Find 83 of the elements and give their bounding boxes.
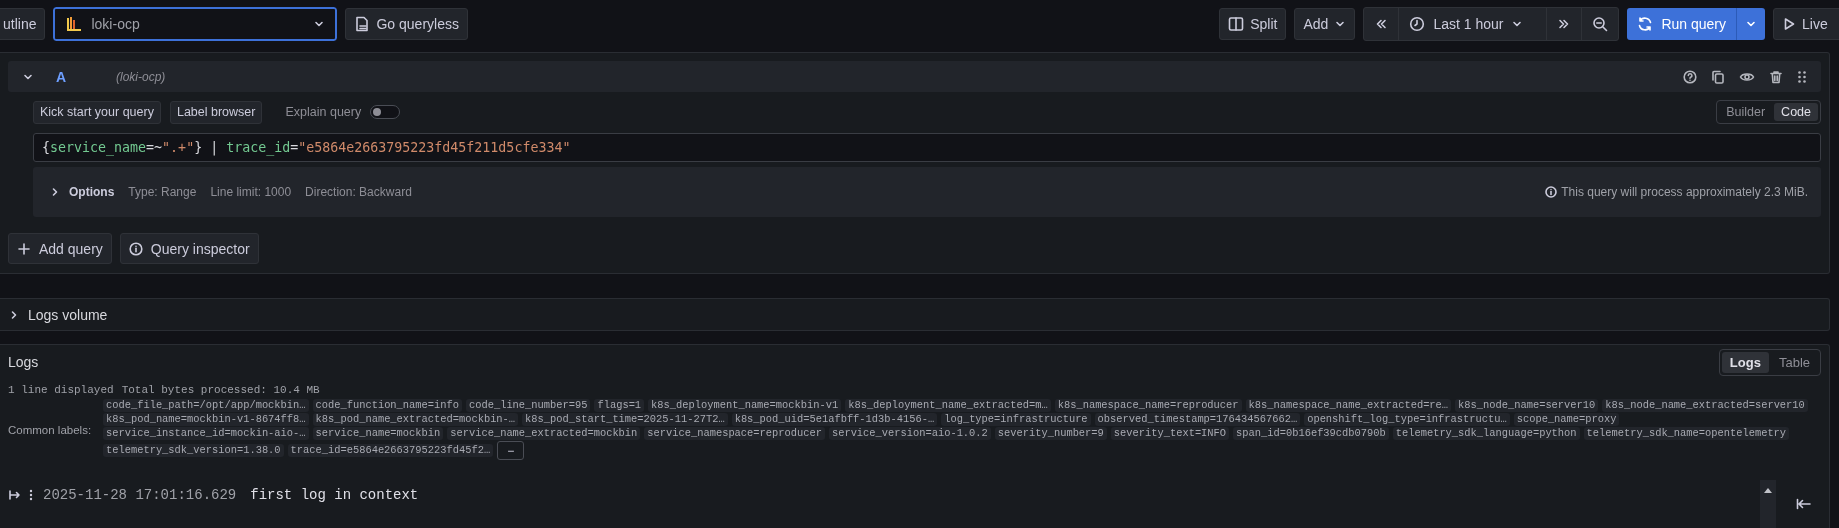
label-chip: severity_text=INFO	[1110, 427, 1230, 440]
label-chip: k8s_pod_name=mockbin-v1-8674ff8…	[103, 413, 309, 426]
option-summary: Line limit: 1000	[210, 185, 292, 199]
copy-icon[interactable]	[1711, 69, 1725, 84]
query-datasource: (loki-ocp)	[116, 69, 166, 84]
label-chip: log_type=infrastructure	[941, 413, 1091, 426]
label-browser-button[interactable]: Label browser	[169, 100, 263, 124]
double-chevron-left-icon	[1374, 17, 1389, 31]
more-menu-icon[interactable]	[28, 488, 34, 502]
document-icon	[354, 16, 371, 32]
scrollbar[interactable]	[1760, 480, 1776, 528]
label-chip: trace_id=e5864e2663795223fd45f2…	[287, 444, 494, 457]
query-ref-id: A	[56, 68, 68, 85]
label-chip: telemetry_sdk_language=python	[1392, 427, 1580, 440]
datasource-picker[interactable]: loki-ocp	[53, 7, 338, 41]
log-stat: Total bytes processed: 10.4 MB	[121, 384, 320, 396]
options-toggle[interactable]: Options	[69, 185, 115, 199]
label-chip: k8s_pod_start_time=2025-11-27T2…	[522, 413, 728, 426]
logs-volume-toggle[interactable]: Logs volume	[28, 306, 108, 323]
label-chip: severity_number=9	[994, 427, 1107, 440]
label-chip: service_name=mockbin	[312, 427, 444, 440]
expand-row-icon[interactable]	[8, 488, 22, 502]
explain-query-toggle[interactable]	[370, 105, 401, 119]
logs-title: Logs	[8, 354, 39, 370]
help-icon[interactable]	[1683, 69, 1697, 84]
columns-icon	[1228, 16, 1245, 32]
kick-start-button[interactable]: Kick start your query	[33, 100, 161, 124]
label-chip: service_instance_id=mockin-aio-…	[103, 427, 309, 440]
run-query-button[interactable]: Run query	[1627, 8, 1736, 40]
outline-button[interactable]: utline	[0, 8, 46, 40]
label-chip: service_name_extracted=mockbin	[447, 427, 641, 440]
label-chip: k8s_namespace_name_extracted=re…	[1245, 399, 1452, 412]
label-chip: code_file_path=/opt/app/mockbin…	[103, 399, 309, 412]
query-inspector-button[interactable]: Query inspector	[119, 233, 259, 264]
label-chip: observed_timestamp=176434567662…	[1094, 413, 1301, 426]
log-timestamp: 2025-11-28 17:01:16.629	[43, 487, 237, 503]
log-stat: 1 line displayed	[8, 384, 114, 396]
editor-mode-tab[interactable]: Code	[1774, 103, 1818, 121]
scroll-to-start-icon[interactable]	[1796, 497, 1812, 511]
zoom-out-icon	[1592, 16, 1609, 32]
plus-icon	[17, 241, 31, 256]
refresh-icon	[1637, 16, 1654, 32]
label-chip: service_version=aio-1.0.2	[828, 427, 991, 440]
view-tab[interactable]: Table	[1770, 351, 1818, 373]
drag-handle-icon[interactable]	[1797, 69, 1807, 84]
label-chip: k8s_deployment_name_extracted=m…	[845, 399, 1051, 412]
label-chip: k8s_deployment_name=mockbin-v1	[648, 399, 842, 412]
label-chip: k8s_node_name_extracted=server10	[1602, 399, 1808, 412]
label-chip: openshift_log_type=infrastructu…	[1304, 413, 1510, 426]
explain-query-label: Explain query	[285, 105, 362, 119]
label-chip: telemetry_sdk_version=1.38.0	[103, 444, 284, 457]
label-chip: span_id=0b16ef39cdb0790b	[1233, 427, 1389, 440]
loki-logo-icon	[65, 15, 84, 33]
trash-icon[interactable]	[1769, 69, 1783, 84]
log-line: first log in context	[250, 487, 419, 503]
label-chip: k8s_pod_uid=5e1afbff-1d3b-4156-…	[731, 413, 938, 426]
add-button[interactable]: Add	[1294, 8, 1356, 40]
label-chip: code_function_name=info	[312, 399, 462, 412]
editor-mode-tab[interactable]: Builder	[1719, 103, 1773, 121]
query-estimate: This query will process approximately 2.3 MiB.	[1561, 185, 1808, 199]
option-summary: Type: Range	[128, 185, 197, 199]
add-query-button[interactable]: Add query	[8, 233, 112, 264]
scroll-up-icon	[1763, 486, 1773, 494]
label-chip: k8s_node_name=server10	[1455, 399, 1599, 412]
go-queryless-button[interactable]: Go queryless	[345, 8, 468, 40]
live-button[interactable]: Live	[1773, 8, 1839, 40]
label-chip: scope_name=proxy	[1513, 413, 1620, 426]
query-editor[interactable]: {service_name=~".+"} | trace_id="e5864e2663795223fd45f211d5cfe334"	[33, 133, 1821, 162]
label-chip: telemetry_sdk_name=opentelemetry	[1583, 427, 1790, 440]
clock-icon	[1409, 16, 1426, 32]
split-button[interactable]: Split	[1219, 8, 1287, 40]
info-icon	[128, 241, 143, 256]
view-tab[interactable]: Logs	[1721, 351, 1769, 373]
label-chip: service_namespace=reproducer	[644, 427, 825, 440]
label-chip: code_line_number=95	[465, 399, 591, 412]
label-chip: k8s_pod_name_extracted=mockbin-…	[312, 413, 519, 426]
collapse-labels-button[interactable]: −	[497, 441, 525, 460]
label-chip: flags=1	[594, 399, 645, 412]
option-summary: Direction: Backward	[305, 185, 412, 199]
label-chip: k8s_namespace_name=reproducer	[1054, 399, 1242, 412]
info-icon	[1545, 186, 1558, 198]
play-icon	[1782, 17, 1796, 31]
common-labels-title: Common labels:	[8, 423, 93, 436]
